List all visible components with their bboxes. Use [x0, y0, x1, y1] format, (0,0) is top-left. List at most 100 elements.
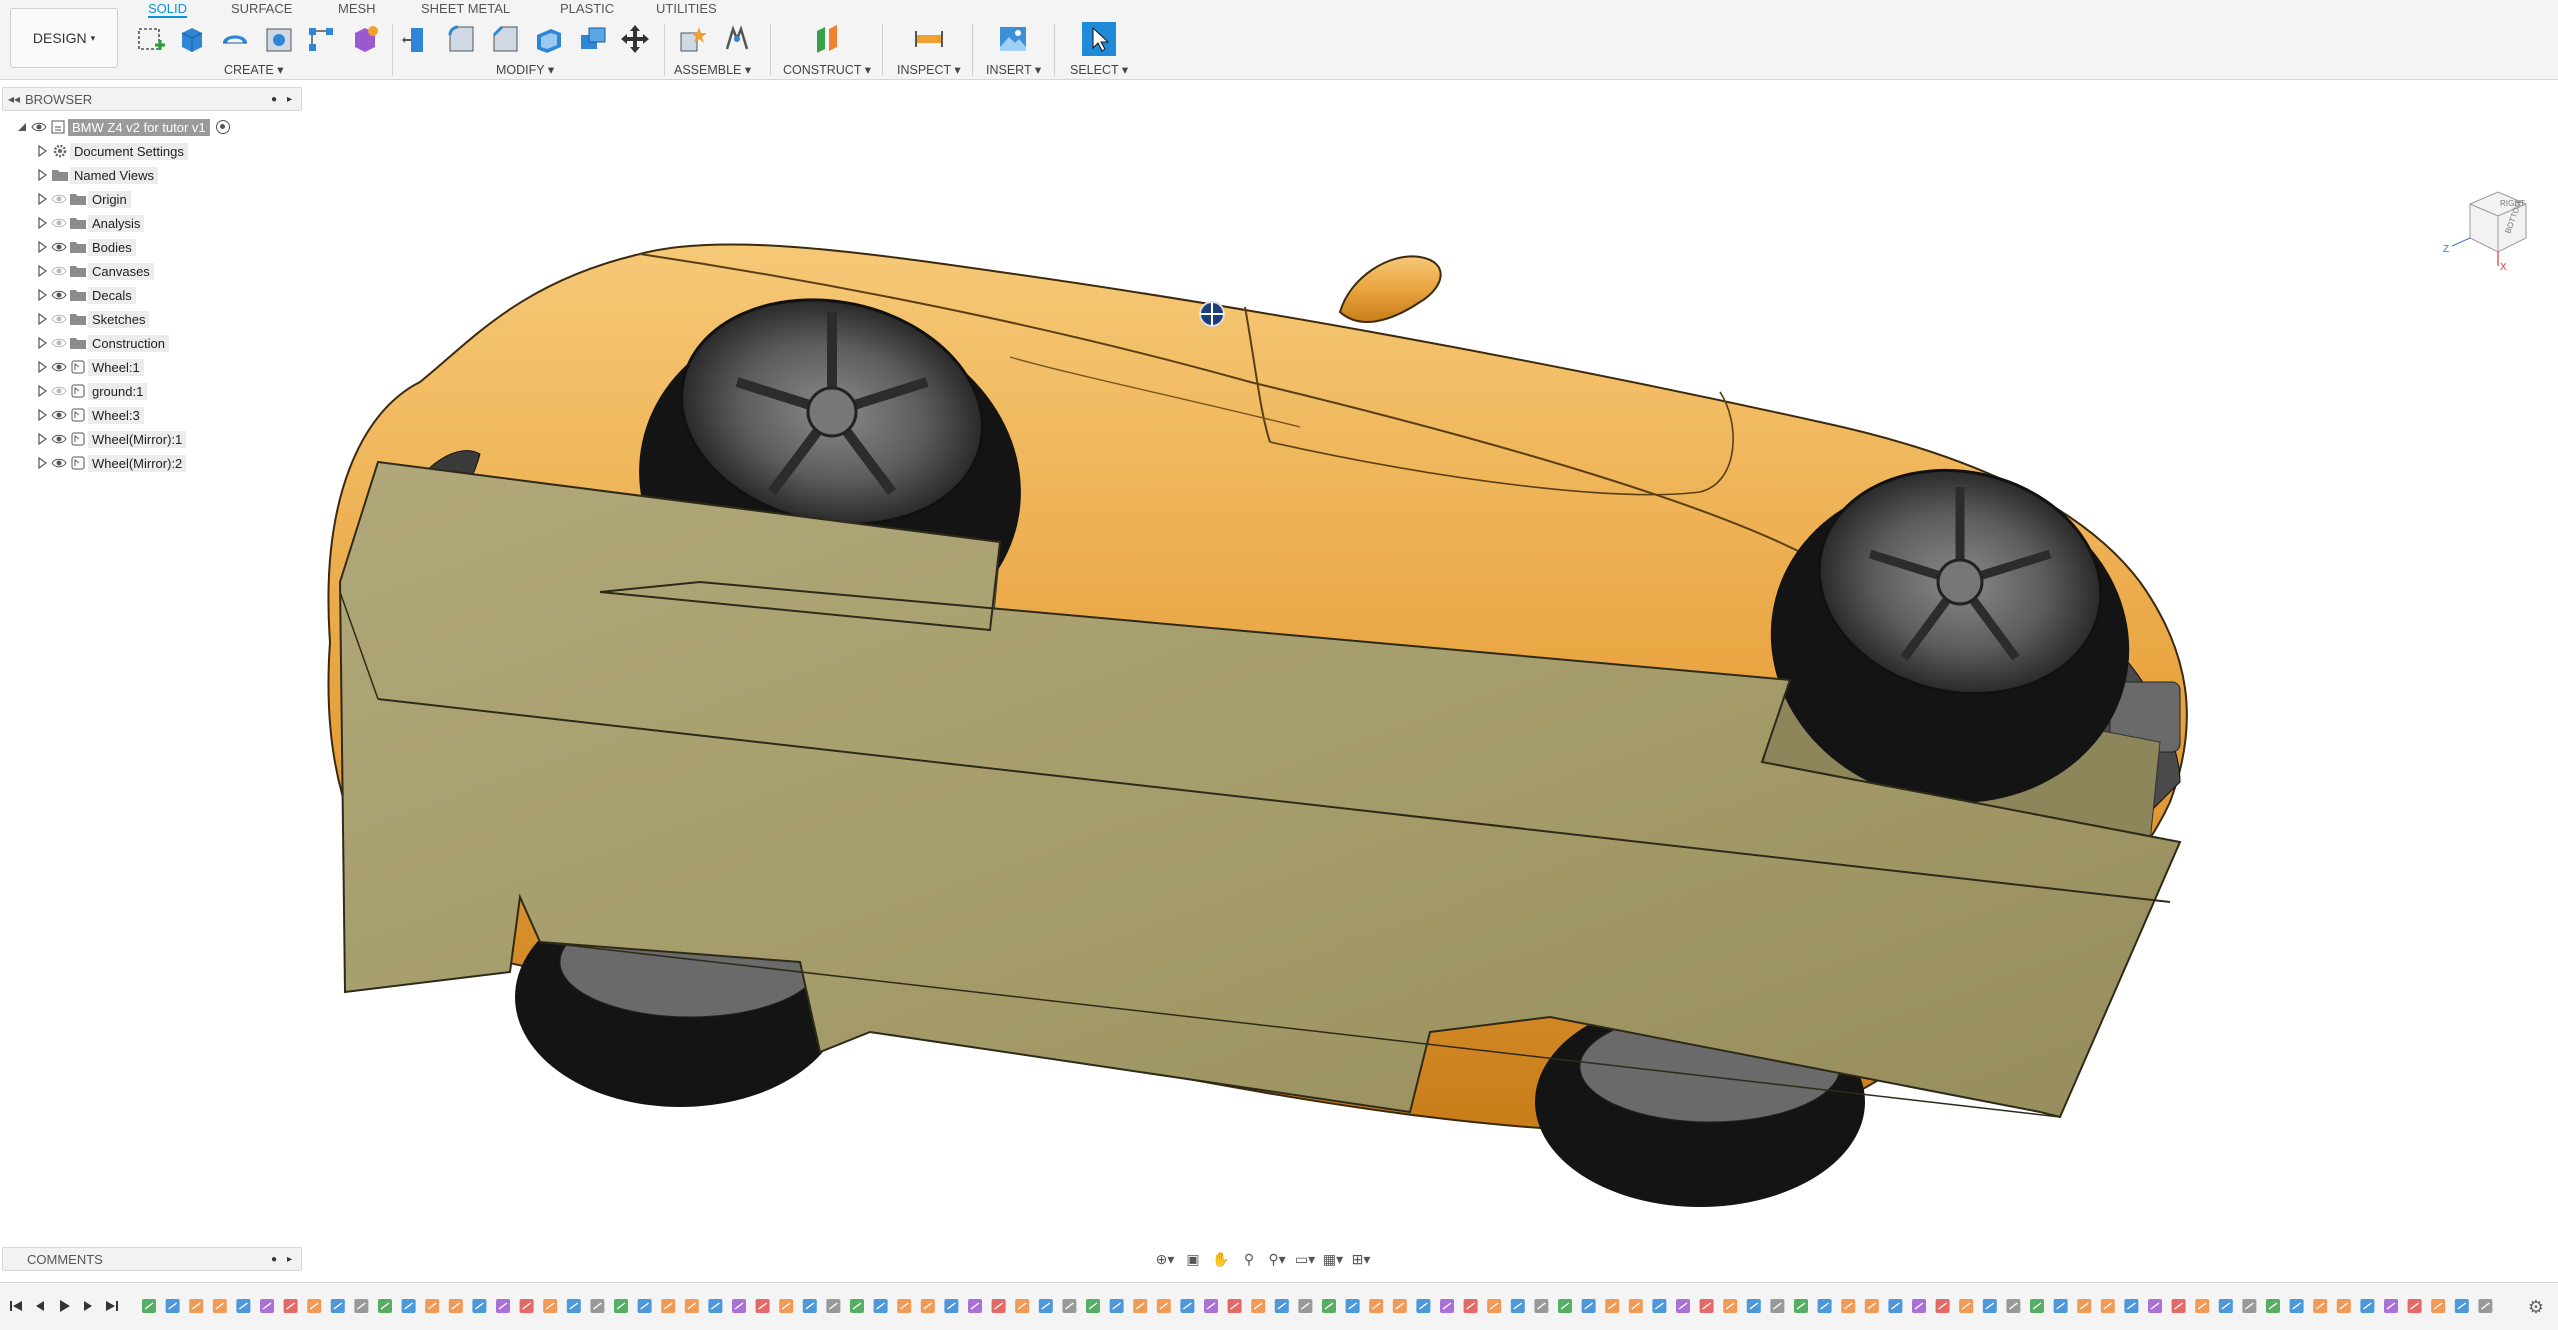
timeline-feature-icon[interactable]	[2053, 1299, 2068, 1313]
timeline-feature-icon[interactable]	[850, 1299, 864, 1313]
revolve-icon[interactable]	[218, 22, 252, 56]
expand-triangle-icon[interactable]	[34, 287, 50, 303]
timeline-feature-icon[interactable]	[1770, 1299, 1785, 1313]
workspace-switcher-button[interactable]: DESIGN ▾	[10, 8, 118, 68]
panel-expand-icon[interactable]: ▸	[287, 94, 301, 105]
pin-icon[interactable]: ●	[271, 94, 287, 105]
timeline-feature-icon[interactable]	[661, 1299, 676, 1313]
timeline-feature-icon[interactable]	[1015, 1299, 1030, 1313]
timeline-feature-icon[interactable]	[1912, 1299, 1926, 1313]
expand-triangle-icon[interactable]	[34, 143, 50, 159]
inspect-menu[interactable]: INSPECT ▾	[897, 62, 961, 77]
create-menu[interactable]: CREATE ▾	[224, 62, 284, 77]
timeline-feature-icon[interactable]	[1440, 1299, 1454, 1313]
timeline-feature-strip[interactable]	[140, 1293, 2500, 1319]
timeline-feature-icon[interactable]	[2218, 1299, 2233, 1313]
timeline-feature-icon[interactable]	[1062, 1299, 1077, 1313]
visibility-eye-icon[interactable]	[50, 456, 68, 470]
timeline-feature-icon[interactable]	[330, 1299, 345, 1313]
tab-mesh[interactable]: MESH	[338, 0, 376, 18]
timeline-feature-icon[interactable]	[2454, 1299, 2469, 1313]
create-sketch-icon[interactable]	[134, 22, 168, 56]
expand-triangle-icon[interactable]	[34, 383, 50, 399]
timeline-feature-icon[interactable]	[543, 1299, 558, 1313]
visibility-eye-icon[interactable]	[50, 336, 68, 350]
timeline-feature-icon[interactable]	[2360, 1299, 2375, 1313]
timeline-feature-icon[interactable]	[637, 1299, 652, 1313]
timeline-feature-icon[interactable]	[2100, 1299, 2115, 1313]
timeline-feature-icon[interactable]	[378, 1299, 392, 1313]
expand-triangle-icon[interactable]	[34, 359, 50, 375]
extrude-icon[interactable]	[174, 22, 208, 56]
measure-icon[interactable]	[912, 22, 946, 56]
timeline-feature-icon[interactable]	[2148, 1299, 2162, 1313]
timeline-feature-icon[interactable]	[1628, 1299, 1643, 1313]
go-to-end-icon[interactable]	[102, 1296, 122, 1316]
construct-menu[interactable]: CONSTRUCT ▾	[783, 62, 871, 77]
timeline-feature-icon[interactable]	[614, 1299, 628, 1313]
tree-item[interactable]: Construction	[34, 332, 169, 354]
expand-triangle-icon[interactable]	[34, 431, 50, 447]
visibility-eye-icon[interactable]	[50, 432, 68, 446]
timeline-feature-icon[interactable]	[2195, 1299, 2210, 1313]
timeline-feature-icon[interactable]	[1133, 1299, 1148, 1313]
move-copy-icon[interactable]	[618, 22, 652, 56]
visibility-eye-icon[interactable]	[50, 240, 68, 254]
hole-icon[interactable]	[262, 22, 296, 56]
timeline-feature-icon[interactable]	[1392, 1299, 1407, 1313]
collapse-triangle-icon[interactable]	[14, 119, 30, 135]
viewcube[interactable]: RIGHT BOTTOM Z X	[2440, 182, 2540, 272]
timeline-feature-icon[interactable]	[1699, 1299, 1714, 1313]
insert-image-icon[interactable]	[996, 22, 1030, 56]
orbit-icon[interactable]: ⊕▾	[1152, 1249, 1178, 1269]
timeline-feature-icon[interactable]	[920, 1299, 935, 1313]
timeline-feature-icon[interactable]	[236, 1299, 251, 1313]
timeline-feature-icon[interactable]	[2431, 1299, 2446, 1313]
visibility-eye-icon[interactable]	[50, 192, 68, 206]
timeline-feature-icon[interactable]	[1463, 1299, 1478, 1313]
go-to-start-icon[interactable]	[6, 1296, 26, 1316]
timeline-feature-icon[interactable]	[1487, 1299, 1502, 1313]
timeline-feature-icon[interactable]	[189, 1299, 204, 1313]
timeline-feature-icon[interactable]	[1676, 1299, 1690, 1313]
timeline-feature-icon[interactable]	[1817, 1299, 1832, 1313]
timeline-feature-icon[interactable]	[1746, 1299, 1761, 1313]
timeline-feature-icon[interactable]	[2336, 1299, 2351, 1313]
timeline-feature-icon[interactable]	[802, 1299, 817, 1313]
timeline-feature-icon[interactable]	[1251, 1299, 1266, 1313]
timeline-feature-icon[interactable]	[1959, 1299, 1974, 1313]
timeline-feature-icon[interactable]	[2289, 1299, 2304, 1313]
timeline-feature-icon[interactable]	[1864, 1299, 1879, 1313]
visibility-eye-icon[interactable]	[50, 264, 68, 278]
panel-expand-icon[interactable]: ▸	[287, 1254, 301, 1265]
display-settings-icon[interactable]: ▭▾	[1292, 1249, 1318, 1269]
zoom-icon[interactable]: ⚲	[1236, 1249, 1262, 1269]
expand-triangle-icon[interactable]	[34, 215, 50, 231]
offset-plane-icon[interactable]	[810, 22, 844, 56]
fit-zoom-icon[interactable]: ⚲▾	[1264, 1249, 1290, 1269]
timeline-feature-icon[interactable]	[755, 1299, 770, 1313]
bmw-z4-model[interactable]	[0, 82, 2558, 1242]
tree-item[interactable]: Wheel:3	[34, 404, 144, 426]
combine-icon[interactable]	[576, 22, 610, 56]
timeline-feature-icon[interactable]	[1605, 1299, 1620, 1313]
visibility-eye-icon[interactable]	[30, 120, 48, 134]
timeline-feature-icon[interactable]	[1416, 1299, 1431, 1313]
select-menu[interactable]: SELECT ▾	[1070, 62, 1128, 77]
expand-triangle-icon[interactable]	[34, 455, 50, 471]
timeline-feature-icon[interactable]	[2006, 1299, 2021, 1313]
timeline-feature-icon[interactable]	[1204, 1299, 1218, 1313]
timeline-feature-icon[interactable]	[307, 1299, 322, 1313]
timeline-feature-icon[interactable]	[1510, 1299, 1525, 1313]
timeline-feature-icon[interactable]	[1369, 1299, 1384, 1313]
tree-item[interactable]: Decals	[34, 284, 136, 306]
timeline-feature-icon[interactable]	[2124, 1299, 2139, 1313]
timeline-feature-icon[interactable]	[2478, 1299, 2493, 1313]
look-at-icon[interactable]: ▣	[1180, 1249, 1206, 1269]
timeline-feature-icon[interactable]	[1274, 1299, 1289, 1313]
timeline-feature-icon[interactable]	[566, 1299, 581, 1313]
expand-triangle-icon[interactable]	[34, 407, 50, 423]
timeline-feature-icon[interactable]	[732, 1299, 746, 1313]
timeline-feature-icon[interactable]	[708, 1299, 723, 1313]
timeline-feature-icon[interactable]	[779, 1299, 794, 1313]
